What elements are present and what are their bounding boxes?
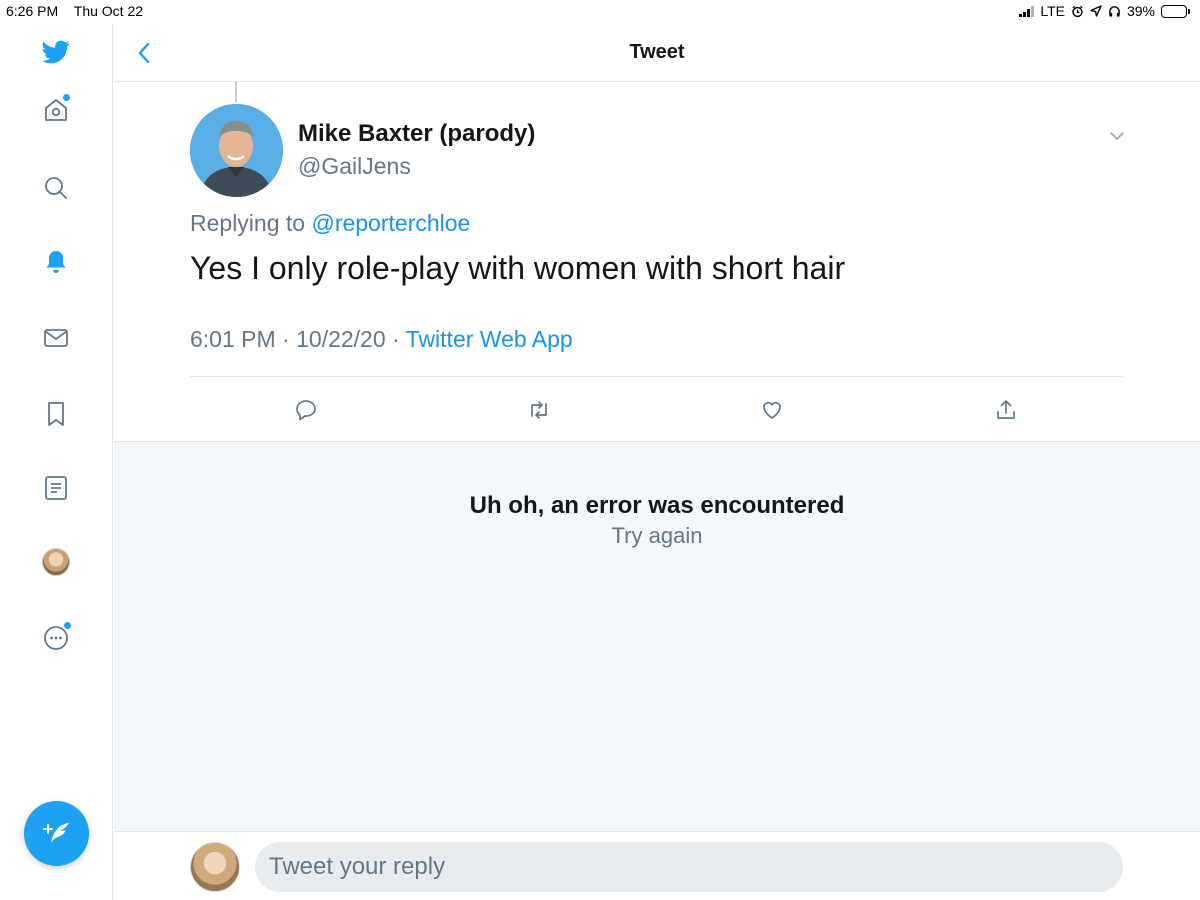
divider [190, 376, 1123, 377]
more-notification-dot [64, 622, 71, 629]
retweet-icon [531, 401, 547, 419]
reply-icon [296, 400, 316, 421]
try-again-button[interactable]: Try again [114, 523, 1200, 549]
profile-avatar[interactable] [42, 548, 70, 576]
notifications-icon[interactable] [40, 246, 72, 278]
location-icon [1090, 5, 1102, 17]
meta-separator-1: · [275, 326, 297, 352]
lists-icon[interactable] [40, 472, 72, 504]
tweet-time[interactable]: 6:01 PM [190, 326, 276, 352]
sidebar [0, 24, 113, 900]
reply-user-avatar [190, 842, 240, 892]
chevron-down-icon[interactable] [1107, 126, 1127, 146]
status-date: Thu Oct 22 [73, 3, 144, 19]
page-title: Tweet [629, 41, 685, 63]
reply-bar [114, 831, 1200, 900]
status-bar: 6:26 PM Thu Oct 22 LTE 39% [0, 0, 1200, 24]
bookmarks-icon[interactable] [40, 398, 72, 430]
messages-icon[interactable] [40, 322, 72, 354]
headphones-icon [1109, 5, 1120, 17]
home-notification-dot [63, 94, 70, 101]
battery-icon [1161, 4, 1190, 18]
battery-percent: 39% [1126, 3, 1155, 19]
share-icon [997, 400, 1015, 419]
share-button[interactable] [992, 396, 1020, 424]
error-title: Uh oh, an error was encountered [469, 492, 845, 519]
network-type: LTE [1040, 3, 1065, 19]
replying-to: Replying to @reporterchloe [190, 210, 470, 237]
replying-to-link[interactable]: @reporterchloe [311, 210, 470, 236]
search-icon[interactable] [40, 172, 72, 204]
tweet-text: Yes I only role-play with women with sho… [190, 250, 846, 286]
status-left: 6:26 PM Thu Oct 22 [6, 3, 155, 19]
compose-tweet-icon [42, 822, 69, 843]
author-handle[interactable]: @GailJens [298, 153, 411, 180]
like-button[interactable] [758, 396, 786, 424]
header: Tweet [114, 24, 1200, 82]
cell-signal-icon [1019, 5, 1035, 17]
status-right: LTE 39% [1019, 3, 1190, 19]
tweet-source[interactable]: Twitter Web App [406, 326, 573, 352]
retweet-button[interactable] [525, 396, 553, 424]
more-icon[interactable] [40, 622, 72, 654]
error-panel: Uh oh, an error was encountered Try agai… [114, 441, 1200, 831]
reply-button[interactable] [292, 396, 320, 424]
compose-tweet-button[interactable] [24, 801, 89, 866]
meta-separator-2: · [385, 326, 406, 352]
twitter-logo-icon[interactable] [40, 36, 72, 68]
like-icon [763, 401, 781, 419]
replying-prefix: Replying to [190, 210, 306, 236]
status-time: 6:26 PM [6, 3, 59, 19]
thread-connector [235, 82, 237, 102]
home-icon[interactable] [40, 94, 72, 126]
tweet-meta: 6:01 PM · 10/22/20 · Twitter Web App [190, 326, 573, 353]
author-avatar[interactable] [190, 104, 283, 197]
tweet-date[interactable]: 10/22/20 [296, 326, 386, 352]
reply-input[interactable] [255, 842, 1123, 892]
author-name[interactable]: Mike Baxter (parody) [298, 120, 535, 148]
alarm-icon [1072, 5, 1083, 17]
